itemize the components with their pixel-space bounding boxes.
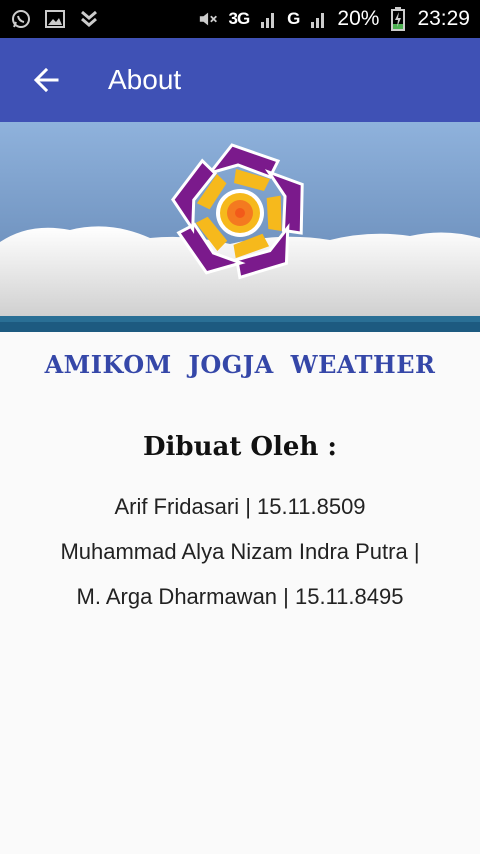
gallery-icon [44,8,66,30]
network-type: 3G [228,9,250,28]
page-title: About [108,64,182,95]
app-bar: About [0,38,480,122]
back-button[interactable] [22,56,70,104]
author-item: M. Arga Dharmawan | 15.11.8495 [76,584,404,609]
app-logo [165,138,315,288]
download-icon [78,8,100,30]
app-name-heading: AMIKOM JOGJA WEATHER [44,350,436,379]
mute-icon [198,8,220,30]
created-by-heading: Dibuat Oleh : [142,432,338,462]
signal-icon [307,8,329,30]
arrow-back-icon [33,67,59,93]
clock: 23:29 [417,7,470,30]
battery-percent: 20% [337,7,380,30]
author-item: Arif Fridasari | 15.11.8509 [114,494,366,519]
sim2-type: G [287,9,300,28]
battery-charging-icon [387,7,409,31]
author-item: Muhammad Alya Nizam Indra Putra | [60,539,420,564]
whatsapp-icon [10,8,32,30]
status-bar: 3G G 20% 23:29 [0,0,480,38]
signal-icon [257,8,279,30]
